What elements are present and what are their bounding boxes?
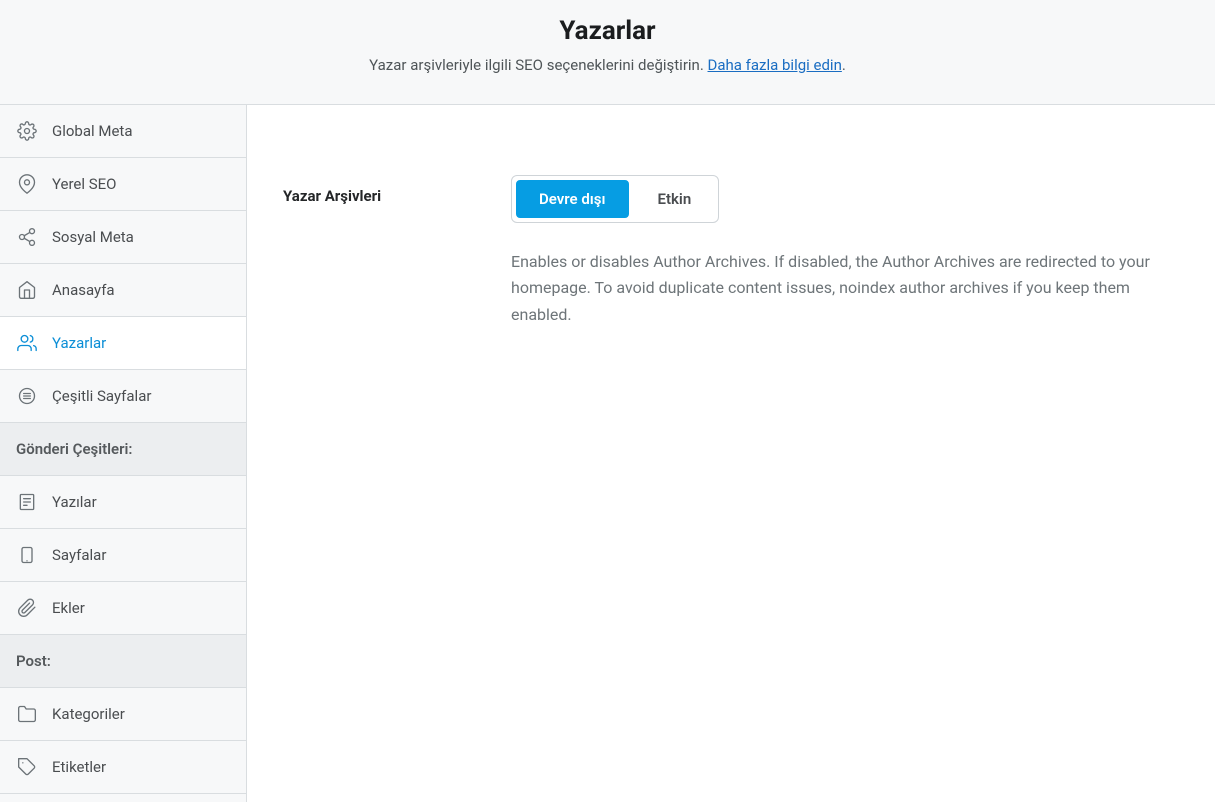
setting-description: Enables or disables Author Archives. If … [511,249,1179,328]
learn-more-link[interactable]: Daha fazla bilgi edin [708,56,842,74]
sidebar-item-label: Anasayfa [52,281,115,299]
sidebar-item-anasayfa[interactable]: Anasayfa [0,264,246,317]
sidebar-item-label: Yazarlar [52,334,106,352]
post-icon [16,491,38,513]
sidebar-item-label: Etiketler [52,758,106,776]
sidebar-item-global-meta[interactable]: Global Meta [0,105,246,158]
main-content: Yazar Arşivleri Devre dışı Etkin Enables… [247,105,1215,802]
sidebar-item-label: Sayfalar [52,546,106,564]
sidebar-item-yerel-seo[interactable]: Yerel SEO [0,158,246,211]
sidebar-item-label: Global Meta [52,122,133,140]
sidebar-item-sosyal-meta[interactable]: Sosyal Meta [0,211,246,264]
sidebar-item-yazilar[interactable]: Yazılar [0,476,246,529]
users-icon [16,332,38,354]
toggle-enabled-button[interactable]: Etkin [635,180,715,218]
pin-icon [16,173,38,195]
page-title: Yazarlar [20,16,1195,46]
clip-icon [16,597,38,619]
setting-label-author-archives: Yazar Arşivleri [283,175,511,205]
sidebar-item-sayfalar[interactable]: Sayfalar [0,529,246,582]
author-archives-toggle: Devre dışı Etkin [511,175,719,223]
gear-icon [16,120,38,142]
sidebar-item-label: Kategoriler [52,705,125,723]
sidebar-item-label: Yazılar [52,493,97,511]
sidebar-item-label: Sosyal Meta [52,228,134,246]
share-icon [16,226,38,248]
page-header: Yazarlar Yazar arşivleriyle ilgili SEO s… [0,0,1215,105]
subtitle-period: . [842,56,846,74]
sidebar-item-label: Yerel SEO [52,175,117,193]
sidebar-item-ekler[interactable]: Ekler [0,582,246,635]
sidebar: Global Meta Yerel SEO Sosyal Meta Anasay… [0,105,247,802]
sidebar-item-label: Ekler [52,599,85,617]
setting-author-archives: Yazar Arşivleri Devre dışı Etkin Enables… [283,175,1179,328]
folder-icon [16,703,38,725]
sidebar-section-post: Post: [0,635,246,688]
sidebar-item-cesitli-sayfalar[interactable]: Çeşitli Sayfalar [0,370,246,423]
page-subtitle-text: Yazar arşivleriyle ilgili SEO seçenekler… [369,56,707,74]
sidebar-item-kategoriler[interactable]: Kategoriler [0,688,246,741]
sidebar-item-label: Çeşitli Sayfalar [52,387,151,405]
page-subtitle: Yazar arşivleriyle ilgili SEO seçenekler… [20,56,1195,74]
sidebar-item-yazarlar[interactable]: Yazarlar [0,317,246,370]
sidebar-item-etiketler[interactable]: Etiketler [0,741,246,794]
home-icon [16,279,38,301]
page-icon [16,544,38,566]
text-lines-icon [16,385,38,407]
tag-icon [16,756,38,778]
sidebar-section-post-types: Gönderi Çeşitleri: [0,423,246,476]
toggle-disabled-button[interactable]: Devre dışı [516,180,629,218]
